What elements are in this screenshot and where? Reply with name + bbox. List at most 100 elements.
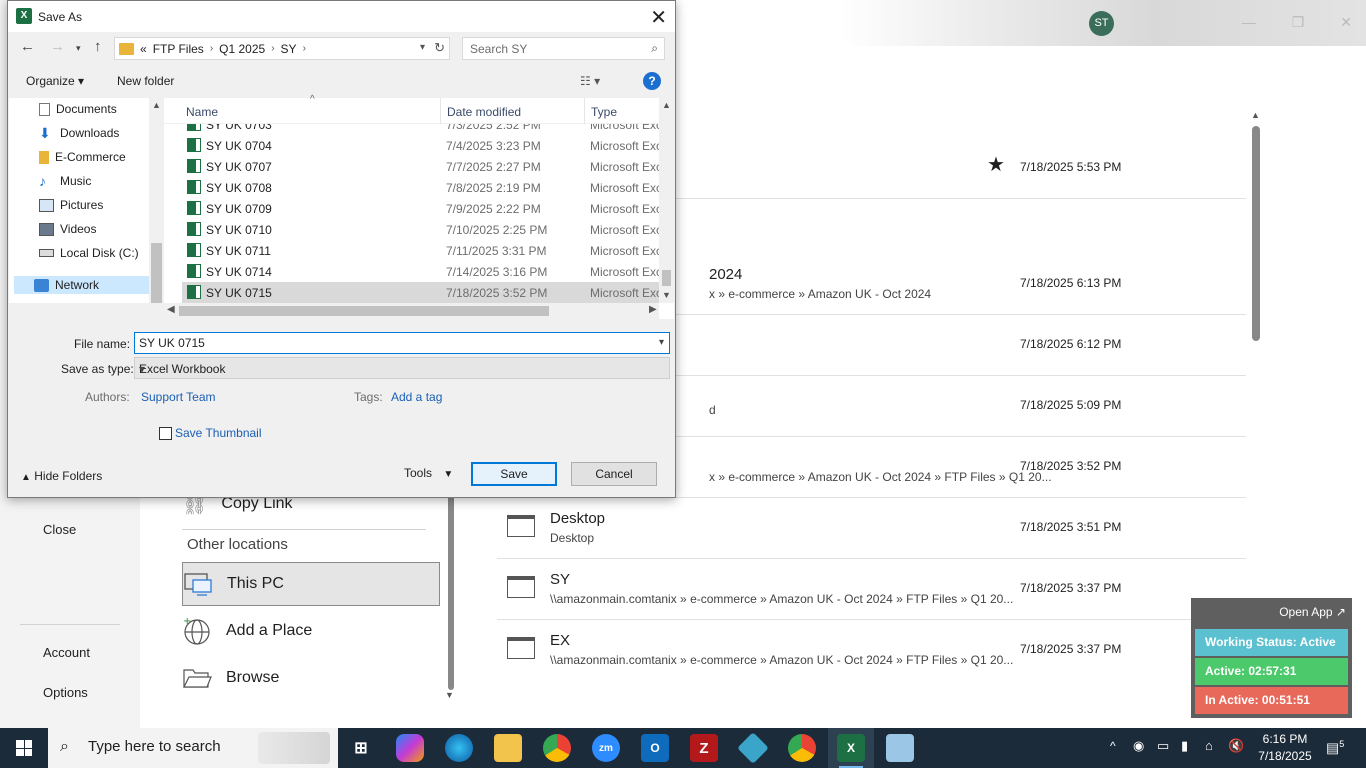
tree-item-music[interactable]: ♪ Music bbox=[39, 174, 91, 189]
address-bar[interactable]: « FTP Files › Q1 2025 › SY › ▾ ↻ bbox=[114, 37, 450, 60]
scroll-thumb[interactable] bbox=[179, 306, 549, 316]
scroll-left-icon[interactable]: ◀ bbox=[167, 304, 175, 315]
file-row-selected[interactable]: SY UK 0715 7/18/2025 3:52 PM Microsoft Exc… bbox=[182, 282, 659, 303]
recent-locations-icon[interactable]: ▾ bbox=[76, 43, 81, 54]
column-divider[interactable] bbox=[440, 98, 441, 124]
maximize-icon[interactable]: ❐ bbox=[1292, 14, 1305, 31]
column-type[interactable]: Type bbox=[591, 105, 617, 119]
location-this-pc[interactable]: This PC bbox=[182, 562, 440, 606]
notepad-icon[interactable] bbox=[886, 734, 914, 762]
copilot-icon[interactable] bbox=[396, 734, 424, 762]
column-date-modified[interactable]: Date modified bbox=[447, 105, 521, 119]
task-view-icon[interactable]: ⊞ bbox=[347, 734, 375, 762]
save-thumbnail-label[interactable]: Save Thumbnail bbox=[175, 426, 262, 440]
close-icon[interactable]: ✕ bbox=[650, 5, 667, 30]
chevron-right-icon[interactable]: › bbox=[303, 43, 306, 54]
pinned-star-icon[interactable]: ★ bbox=[987, 152, 1005, 177]
file-row[interactable]: SY UK 0707 7/7/2025 2:27 PM Microsoft Exce… bbox=[182, 156, 659, 177]
tree-item-documents[interactable]: Documents bbox=[39, 102, 117, 116]
save-thumbnail-checkbox[interactable] bbox=[159, 427, 172, 440]
location-add-place[interactable]: + Add a Place bbox=[182, 609, 440, 653]
chevron-right-icon[interactable]: › bbox=[271, 43, 274, 54]
scroll-thumb[interactable] bbox=[151, 243, 162, 303]
outlook-icon[interactable]: O bbox=[641, 734, 669, 762]
chevron-down-icon[interactable]: ▾ bbox=[139, 362, 664, 376]
column-divider[interactable] bbox=[584, 98, 585, 124]
column-name[interactable]: Name bbox=[186, 105, 218, 119]
scroll-down-icon[interactable]: ▼ bbox=[445, 690, 454, 700]
tree-item-videos[interactable]: Videos bbox=[39, 222, 96, 236]
recent-row[interactable]: SY \\amazonmain.comtanix » e-commerce » … bbox=[497, 559, 1246, 620]
file-list-hscrollbar[interactable]: ◀ ▶ bbox=[164, 303, 659, 319]
chrome-icon[interactable] bbox=[543, 734, 571, 762]
network-tray-icon[interactable]: ⌂ bbox=[1205, 738, 1213, 753]
file-name-input[interactable] bbox=[135, 333, 635, 353]
breadcrumb-q1-2025[interactable]: Q1 2025 bbox=[219, 42, 265, 56]
breadcrumb-ftp-files[interactable]: FTP Files bbox=[153, 42, 204, 56]
chevron-down-icon[interactable]: ▾ bbox=[659, 337, 664, 348]
search-input[interactable] bbox=[463, 38, 633, 59]
chevron-up-icon[interactable]: ^ bbox=[1110, 739, 1116, 753]
taskbar-search[interactable]: ⌕ bbox=[48, 728, 338, 768]
file-row[interactable]: SY UK 0708 7/8/2025 2:19 PM Microsoft Exce… bbox=[182, 177, 659, 198]
tree-item-pictures[interactable]: Pictures bbox=[39, 198, 103, 212]
recent-scrollbar[interactable] bbox=[1252, 126, 1260, 341]
tree-hscrollbar[interactable] bbox=[9, 303, 164, 319]
location-browse[interactable]: Browse bbox=[182, 656, 440, 700]
save-button[interactable]: Save bbox=[471, 462, 557, 486]
recent-row[interactable]: Desktop Desktop 7/18/2025 3:51 PM bbox=[497, 498, 1246, 559]
breadcrumb-sy[interactable]: SY bbox=[281, 42, 297, 56]
file-row[interactable]: SY UK 0709 7/9/2025 2:22 PM Microsoft Exce… bbox=[182, 198, 659, 219]
scroll-up-icon[interactable]: ▲ bbox=[1251, 110, 1260, 120]
excel-taskbar-icon[interactable]: X bbox=[837, 734, 865, 768]
save-type-select[interactable]: Excel Workbook ▾ bbox=[134, 357, 670, 379]
tools-button[interactable]: Tools ▼ bbox=[404, 466, 453, 480]
app-diamond-icon[interactable] bbox=[737, 732, 769, 764]
filezilla-icon[interactable]: Z bbox=[690, 734, 718, 762]
up-arrow-icon[interactable]: ↑ bbox=[94, 38, 102, 55]
avatar[interactable]: ST bbox=[1089, 11, 1114, 36]
dialog-titlebar[interactable]: X Save As ✕ bbox=[8, 1, 675, 32]
meet-now-icon[interactable]: ◉ bbox=[1133, 738, 1144, 754]
scroll-thumb[interactable] bbox=[662, 270, 671, 286]
nav-account[interactable]: Account bbox=[43, 645, 90, 660]
file-list-scrollbar[interactable]: ▲ ▼ bbox=[659, 98, 674, 303]
file-row[interactable]: SY UK 0703 7/3/2025 2:52 PM Microsoft Exce… bbox=[182, 124, 659, 135]
file-row[interactable]: SY UK 0704 7/4/2025 3:23 PM Microsoft Exce… bbox=[182, 135, 659, 156]
tree-item-local-disk[interactable]: Local Disk (C:) bbox=[39, 246, 139, 260]
chevron-down-icon[interactable]: ▾ bbox=[420, 42, 425, 53]
recent-row[interactable]: EX \\amazonmain.comtanix » e-commerce » … bbox=[497, 620, 1246, 681]
search-box[interactable]: ⌕ bbox=[462, 37, 665, 60]
nav-options[interactable]: Options bbox=[43, 685, 88, 700]
nav-close[interactable]: Close bbox=[43, 522, 76, 537]
notifications-icon[interactable]: ▤5 bbox=[1326, 739, 1344, 757]
hide-folders-button[interactable]: ▲ Hide Folders bbox=[21, 469, 102, 483]
scroll-up-icon[interactable]: ▲ bbox=[152, 100, 161, 110]
new-folder-button[interactable]: New folder bbox=[117, 74, 174, 88]
close-window-icon[interactable]: ✕ bbox=[1340, 14, 1352, 31]
breadcrumb-overflow[interactable]: « bbox=[140, 42, 147, 56]
clock[interactable]: 6:16 PM 7/18/2025 bbox=[1250, 731, 1320, 765]
file-row[interactable]: SY UK 0710 7/10/2025 2:25 PM Microsoft Exc… bbox=[182, 219, 659, 240]
organize-button[interactable]: Organize ▾ bbox=[26, 74, 84, 88]
view-options-icon[interactable]: ☷ ▾ bbox=[580, 74, 600, 88]
scroll-right-icon[interactable]: ▶ bbox=[649, 304, 657, 315]
tags-value[interactable]: Add a tag bbox=[391, 390, 442, 404]
taskbar-search-input[interactable] bbox=[88, 738, 258, 755]
file-name-field[interactable]: ▾ bbox=[134, 332, 670, 354]
tree-scrollbar[interactable]: ▲ bbox=[149, 98, 164, 303]
display-icon[interactable]: ▭ bbox=[1157, 738, 1169, 754]
minimize-icon[interactable]: — bbox=[1242, 14, 1256, 31]
tree-item-downloads[interactable]: ⬇ Downloads bbox=[39, 126, 119, 141]
scroll-up-icon[interactable]: ▲ bbox=[662, 100, 671, 110]
tree-item-e-commerce[interactable]: E-Commerce bbox=[39, 150, 126, 164]
volume-muted-icon[interactable]: 🔇 bbox=[1228, 738, 1244, 754]
zoom-icon[interactable]: zm bbox=[592, 734, 620, 762]
tree-item-network[interactable]: Network bbox=[14, 276, 149, 294]
file-row[interactable]: SY UK 0714 7/14/2025 3:16 PM Microsoft Exc… bbox=[182, 261, 659, 282]
start-button[interactable] bbox=[0, 728, 48, 768]
back-arrow-icon[interactable]: ← bbox=[20, 38, 35, 55]
locations-scrollbar[interactable] bbox=[448, 490, 454, 690]
cancel-button[interactable]: Cancel bbox=[571, 462, 657, 486]
authors-value[interactable]: Support Team bbox=[141, 390, 216, 404]
